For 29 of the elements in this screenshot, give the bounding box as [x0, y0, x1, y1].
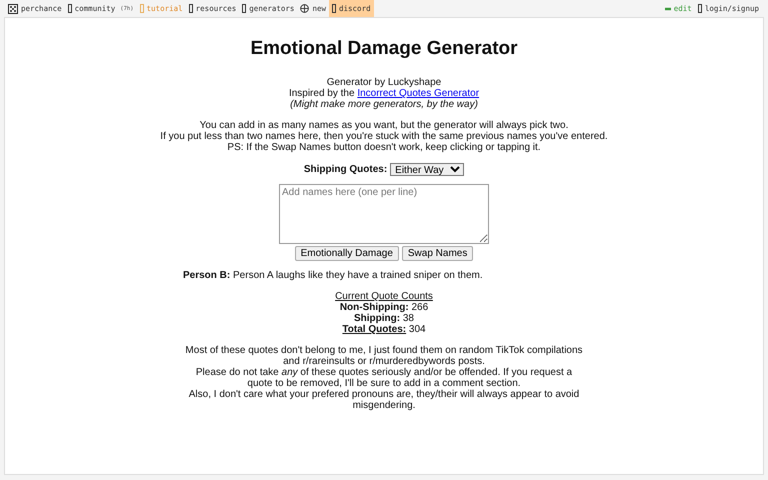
count-line: Total Quotes: 304	[341, 324, 427, 335]
shipping-label: Shipping Quotes:	[304, 164, 388, 175]
names-field[interactable]: Add names here (one per line)	[279, 184, 489, 244]
note-text: Also, I don't care what your prefered pronouns are, they/their will always appear to avoid misgendering.	[188, 389, 580, 411]
note-text: Most of these quotes don't belong to me, I just found them on random TikTok compilations and r/rareinsults or r/murderedbywords posts.	[184, 345, 584, 367]
page-title: Emotional Damage Generator	[250, 38, 518, 60]
instruction-text: You can add in as many names as you want, but the generator will always pick two.	[198, 120, 570, 131]
note-text: Please do not take any of these quotes seriously and/or be offended. If you request a quote to be removed, I'll be sure to add in a comment section.	[194, 367, 574, 389]
shipping-dropdown[interactable]: Either Way	[390, 163, 464, 176]
aside-note: (Might make more generators, by the way)	[289, 99, 479, 110]
missing-glyph-icon	[140, 4, 144, 13]
generator-link[interactable]: Incorrect Quotes Generator	[357, 88, 480, 99]
result-quote: Person B: Person A laughs like they have a trained sniper on them.	[183, 270, 483, 281]
missing-glyph-icon	[332, 4, 336, 13]
missing-glyph-icon	[68, 4, 72, 13]
action-button[interactable]: Swap Names	[402, 246, 474, 261]
counts-heading: Current Quote Counts	[335, 291, 433, 302]
missing-glyph-icon	[698, 4, 702, 13]
instruction-text: If you put less than two names here, then you're stuck with the same previous names you've entered.	[160, 131, 608, 142]
missing-glyph-icon	[188, 4, 193, 13]
action-button[interactable]: Emotionally Damage	[294, 246, 399, 261]
author-credit: Generator by Luckyshape	[326, 77, 442, 88]
dice-icon	[8, 4, 18, 14]
instruction-text: PS: If the Swap Names button doesn't work, keep clicking or tapping it.	[226, 142, 542, 153]
inspired-line: Inspired by the Incorrect Quotes Generator	[288, 88, 480, 99]
globe-icon	[300, 4, 310, 13]
count-line: Non-Shipping: 266	[338, 302, 430, 313]
count-line: Shipping: 38	[352, 313, 415, 324]
missing-glyph-icon	[242, 4, 246, 13]
